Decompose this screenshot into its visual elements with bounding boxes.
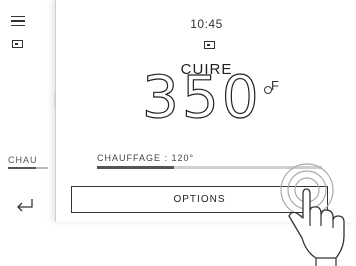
menu-icon[interactable] [11, 16, 25, 27]
heating-status-label: CHAUFFAGE : 120° [97, 153, 195, 163]
background-heat-bar [8, 167, 48, 169]
clock-time: 10:45 [190, 17, 223, 31]
oven-icon [204, 41, 215, 49]
temperature-unit: F [271, 78, 279, 93]
heating-progress-fill [97, 166, 174, 169]
oven-control-screen: CHAU 10:45 CUIRE 350 F CHAUFFAGE : 120° … [0, 0, 356, 266]
oven-icon [12, 40, 23, 48]
temperature-value[interactable]: 350 [141, 67, 262, 127]
hand-tap-icon [280, 163, 345, 266]
back-arrow-icon[interactable] [14, 196, 36, 214]
background-heat-label: CHAU [8, 155, 38, 165]
